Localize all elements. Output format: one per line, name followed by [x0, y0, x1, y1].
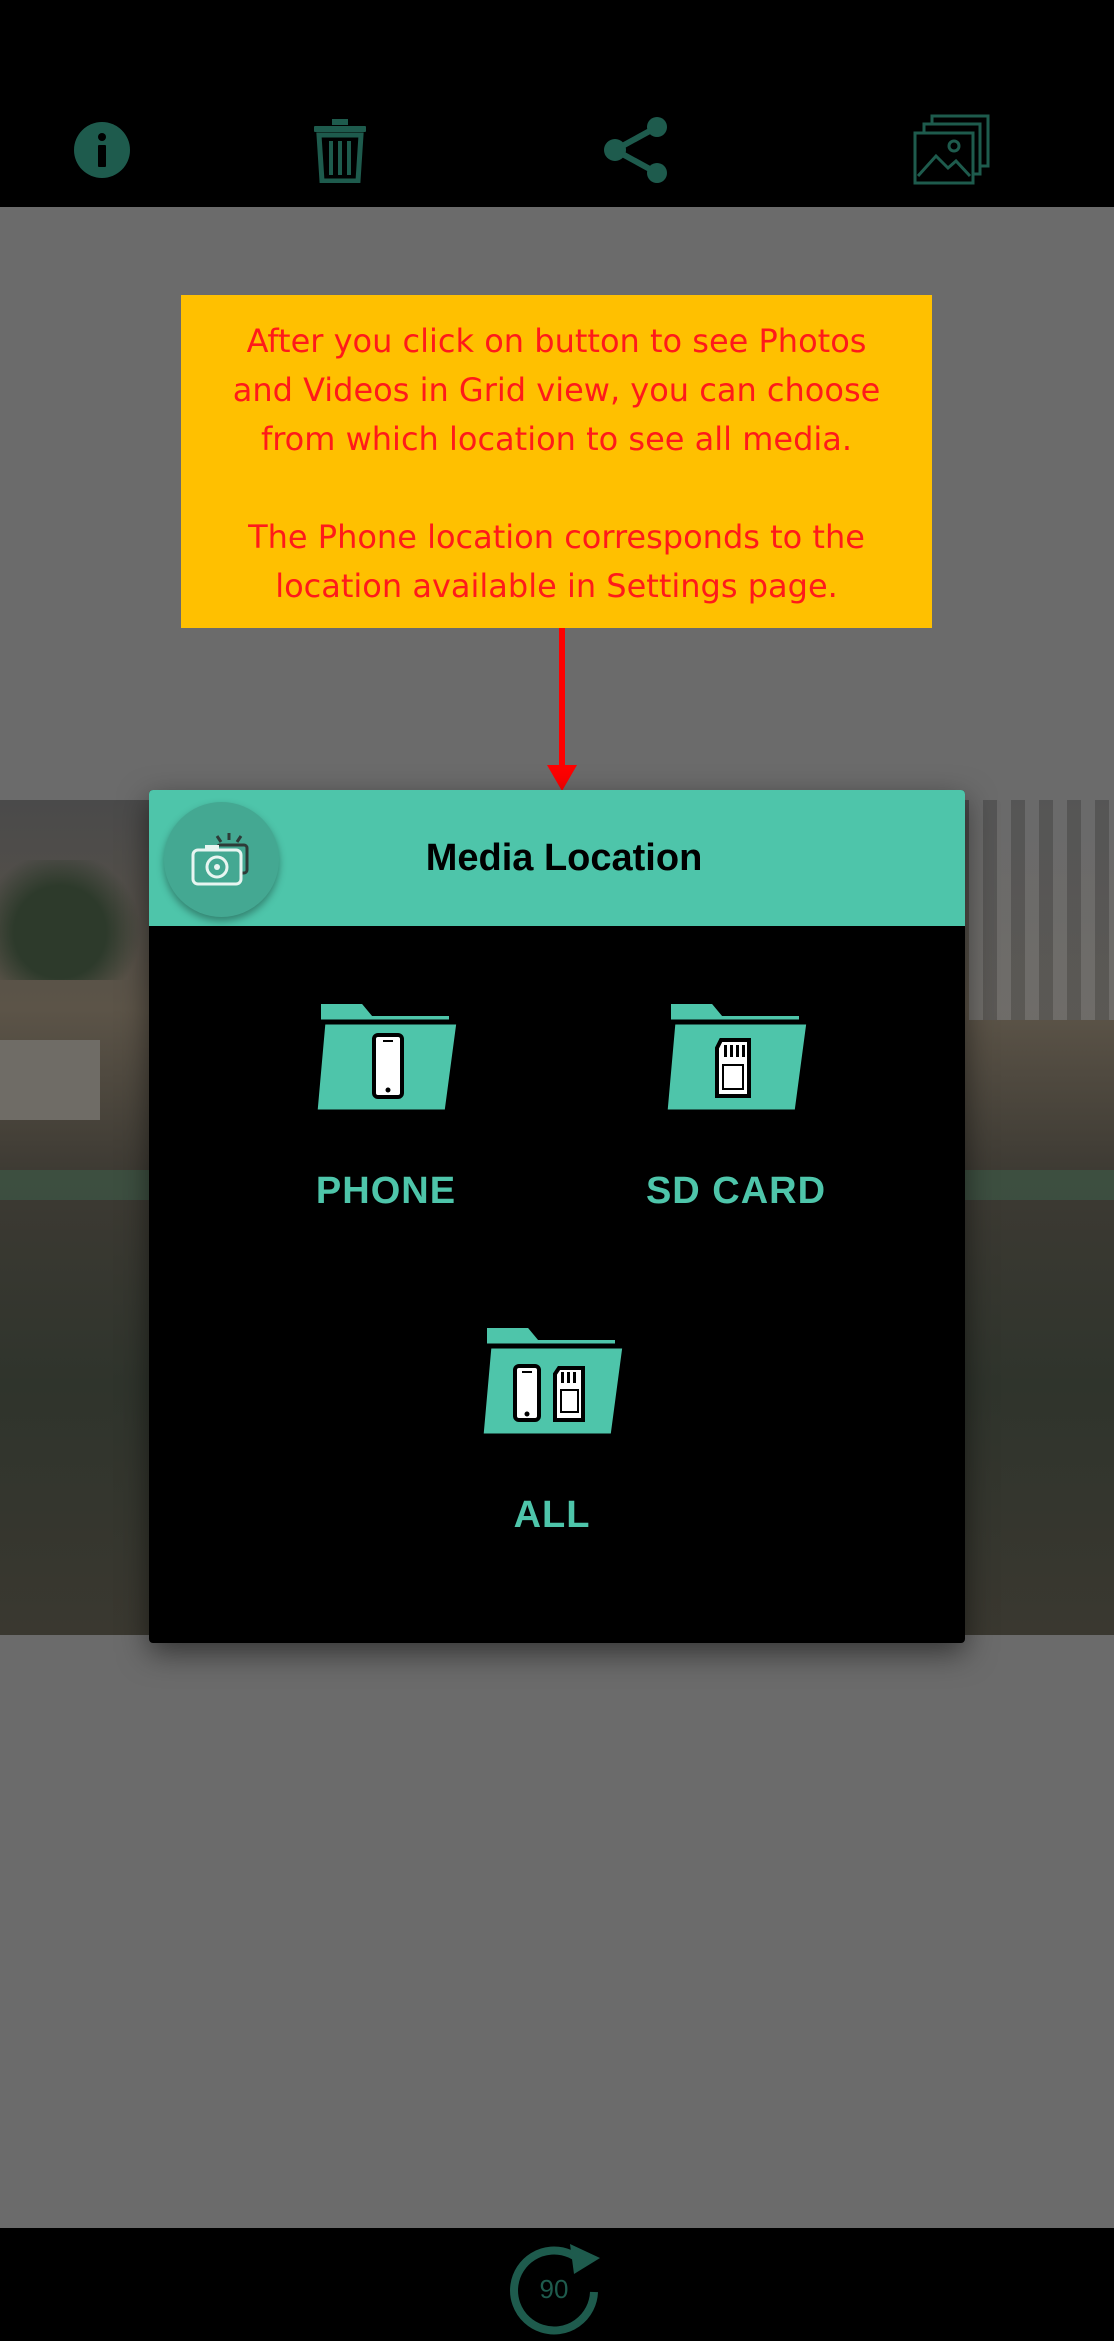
callout-line-4: The Phone location corresponds to the [248, 518, 865, 556]
info-icon[interactable] [62, 110, 142, 190]
phone-option-label: PHONE [315, 1170, 457, 1212]
annotation-arrow [559, 628, 565, 768]
annotation-arrow-head [547, 765, 577, 791]
all-location-option[interactable]: ALL [477, 1314, 627, 1537]
phone-folder-icon [312, 1000, 461, 1117]
camera-icon [164, 802, 279, 917]
callout-line-5: location available in Settings page. [275, 567, 838, 605]
sdcard-option-label: SD CARD [645, 1170, 827, 1212]
callout-line-3: from which location to see all media. [260, 420, 853, 458]
media-location-dialog: Media Location PHONE SD CARD ALL [149, 790, 965, 1643]
callout-line-2: and Videos in Grid view, you can choose [232, 371, 881, 409]
top-toolbar [0, 0, 1114, 207]
rotate-label: 90 [540, 2274, 569, 2304]
all-option-label: ALL [513, 1494, 591, 1536]
trash-icon[interactable] [300, 110, 380, 190]
dialog-header: Media Location [149, 790, 965, 926]
sdcard-location-option[interactable]: SD CARD [621, 990, 851, 1213]
phone-location-option[interactable]: PHONE [301, 990, 471, 1213]
annotation-callout: After you click on button to see Photos … [181, 295, 932, 628]
sdcard-folder-icon [662, 1000, 811, 1117]
gallery-icon[interactable] [912, 110, 992, 190]
callout-line-1: After you click on button to see Photos [246, 322, 867, 360]
rotate-90-button[interactable]: 90 [500, 2232, 612, 2340]
all-folder-icon [478, 1324, 627, 1441]
share-icon[interactable] [596, 110, 676, 190]
rotate-icon: 90 [510, 2244, 600, 2335]
